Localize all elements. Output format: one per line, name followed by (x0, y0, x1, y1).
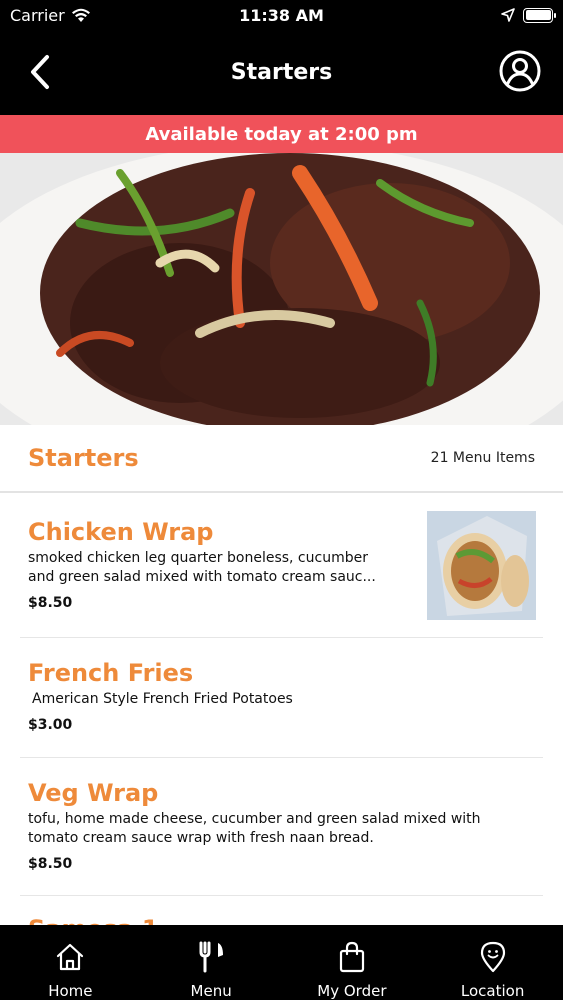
tab-label: Home (48, 982, 93, 1000)
battery-level (525, 10, 551, 20)
item-name: French Fries (28, 659, 194, 687)
carrier-label: Carrier (10, 5, 65, 25)
item-name: Veg Wrap (28, 779, 159, 807)
menu-item-samosa[interactable]: Samosa 1 (20, 896, 543, 925)
menu-item-chicken-wrap[interactable]: Chicken Wrap smoked chicken leg quarter … (20, 495, 543, 638)
back-button[interactable] (20, 50, 60, 94)
tab-location[interactable]: Location (422, 925, 563, 1000)
home-icon (57, 943, 84, 971)
tab-label: Menu (190, 982, 232, 1000)
tab-menu[interactable]: Menu (141, 925, 282, 1000)
nav-bar: Starters (0, 30, 563, 115)
item-name: Samosa 1 (28, 914, 535, 925)
item-thumbnail (427, 511, 536, 620)
hero-food-illustration (0, 153, 563, 425)
item-price: $3.00 (28, 717, 73, 733)
item-description: smoked chicken leg quarter boneless, cuc… (28, 550, 376, 585)
status-bar: Carrier 11:38 AM (0, 0, 563, 30)
menu-item-french-fries[interactable]: French Fries American Style French Fried… (20, 638, 543, 758)
status-right (501, 7, 556, 23)
menu-list[interactable]: Chicken Wrap smoked chicken leg quarter … (20, 495, 543, 925)
location-arrow-icon (501, 8, 515, 22)
wrap-illustration (427, 511, 536, 620)
section-title: Starters (28, 444, 139, 472)
status-left: Carrier (10, 6, 91, 25)
tab-home[interactable]: Home (0, 925, 141, 1000)
availability-banner: Available today at 2:00 pm (0, 115, 563, 153)
chevron-left-icon (31, 55, 49, 89)
menu-item-count: 21 Menu Items (430, 450, 535, 466)
profile-button[interactable] (499, 50, 541, 92)
shopping-bag-icon (339, 941, 364, 973)
tab-label: Location (460, 982, 525, 1000)
battery-icon (523, 7, 556, 23)
tab-bar: Home Menu My Order Location (0, 925, 563, 1000)
user-icon (499, 50, 541, 92)
tab-my-order[interactable]: My Order (282, 925, 423, 1000)
item-description: American Style French Fried Potatoes (32, 691, 293, 707)
item-price: $8.50 (28, 856, 73, 872)
page-title: Starters (230, 60, 333, 85)
wifi-icon (71, 8, 90, 22)
location-pin-icon (480, 941, 505, 973)
fork-knife-icon (199, 941, 224, 973)
hero-food-image (0, 153, 563, 425)
menu-item-veg-wrap[interactable]: Veg Wrap tofu, home made cheese, cucumbe… (20, 758, 543, 896)
tab-label: My Order (317, 982, 387, 1000)
section-header: Starters 21 Menu Items (0, 425, 563, 493)
item-description: tofu, home made cheese, cucumber and gre… (28, 811, 481, 846)
